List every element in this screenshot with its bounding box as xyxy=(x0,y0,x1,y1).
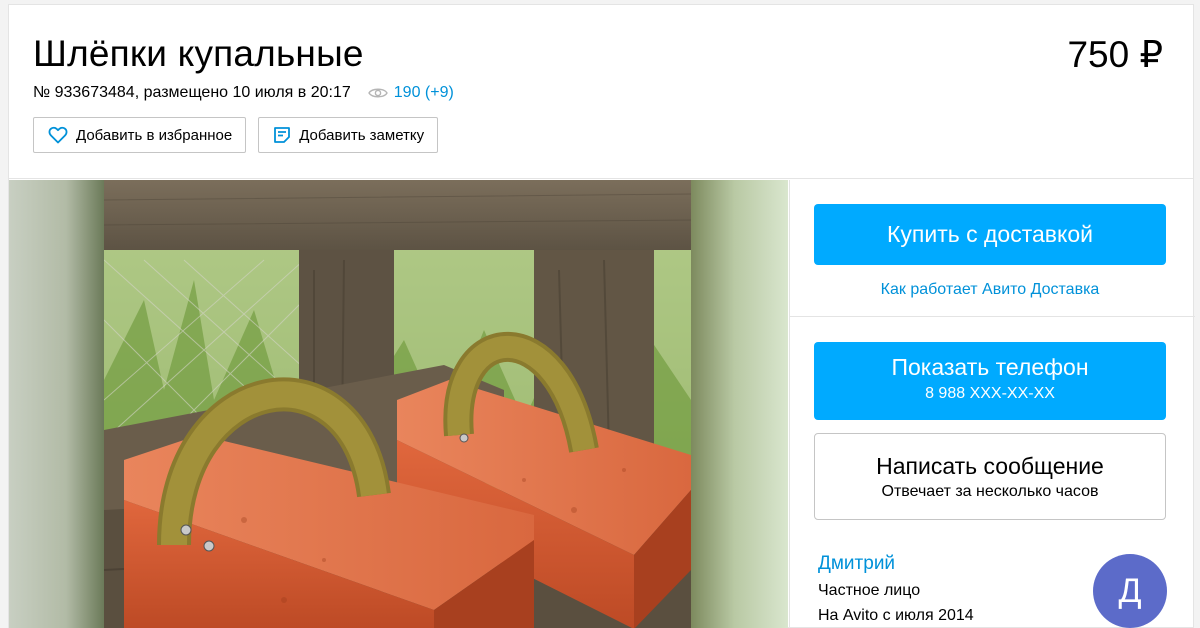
sidebar-divider xyxy=(790,316,1195,317)
listing-title: Шлёпки купальные xyxy=(33,33,364,74)
contact-sidebar: Купить с доставкой Как работает Авито До… xyxy=(789,180,1195,628)
seller-avatar[interactable]: Д xyxy=(1093,554,1167,628)
seller-since: На Avito с июля 2014 xyxy=(818,607,974,624)
listing-header: Шлёпки купальные 750 ₽ № 933673484, разм… xyxy=(9,5,1193,179)
delivery-info-link[interactable]: Как работает Авито Доставка xyxy=(790,281,1190,299)
show-phone-label: Показать телефон xyxy=(891,354,1089,380)
heart-icon xyxy=(48,126,68,144)
brick-flip-flops-image xyxy=(104,180,691,628)
phone-number-masked: 8 988 XXX-XX-XX xyxy=(925,385,1055,402)
write-message-label: Написать сообщение xyxy=(876,453,1104,479)
seller-type: Частное лицо xyxy=(818,582,921,599)
header-actions: Добавить в избранное Добавить заметку xyxy=(33,117,439,153)
gallery-blur-left xyxy=(9,180,104,628)
views-count[interactable]: 190 (+9) xyxy=(394,84,454,102)
response-time-label: Отвечает за несколько часов xyxy=(881,483,1099,500)
listing-id-date: № 933673484, размещено 10 июля в 20:17 xyxy=(33,84,351,101)
listing-meta: № 933673484, размещено 10 июля в 20:17 1… xyxy=(33,84,454,102)
eye-icon xyxy=(367,88,388,98)
listing-card: Шлёпки купальные 750 ₽ № 933673484, разм… xyxy=(8,4,1195,628)
add-note-button[interactable]: Добавить заметку xyxy=(258,117,439,153)
listing-price: 750 ₽ xyxy=(1067,34,1163,75)
note-icon xyxy=(274,127,291,143)
listing-photo[interactable] xyxy=(104,180,691,628)
seller-name-link[interactable]: Дмитрий xyxy=(818,553,895,575)
write-message-button[interactable]: Написать сообщение Отвечает за несколько… xyxy=(814,433,1166,520)
photo-gallery[interactable] xyxy=(9,180,788,628)
add-note-label: Добавить заметку xyxy=(299,126,425,144)
buy-with-delivery-button[interactable]: Купить с доставкой xyxy=(814,204,1166,265)
gallery-blur-right xyxy=(691,180,788,628)
add-to-favorites-button[interactable]: Добавить в избранное xyxy=(33,117,247,153)
views-counter: 190 (+9) xyxy=(367,84,454,102)
show-phone-button[interactable]: Показать телефон 8 988 XXX-XX-XX xyxy=(814,342,1166,420)
add-to-favorites-label: Добавить в избранное xyxy=(76,126,233,144)
